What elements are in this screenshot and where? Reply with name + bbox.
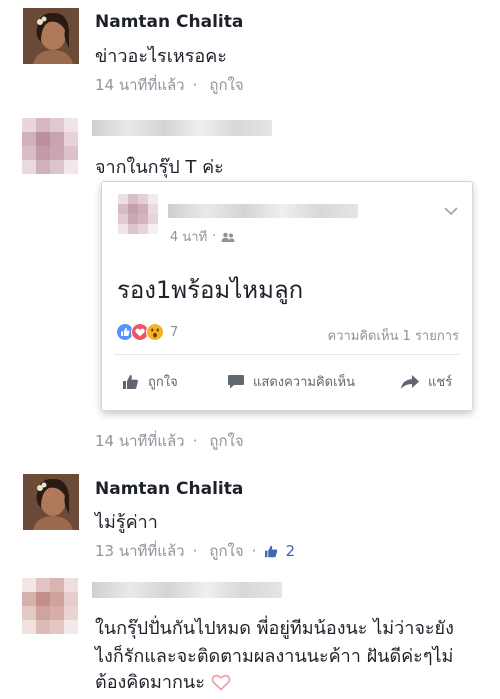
blurred-post-author: [168, 204, 358, 218]
like-action-label: ถูกใจ: [148, 375, 178, 390]
comment-action-label: แสดงความคิดเห็น: [253, 375, 356, 390]
reaction-summary[interactable]: 7: [116, 323, 178, 341]
comment-text-line: ไงก็รักและจะติดตามผลงานนะค้าา ฝันดีค่ะๆไ…: [95, 646, 454, 667]
share-action-label: แชร์: [428, 375, 453, 390]
like-link[interactable]: ถูกใจ: [209, 539, 243, 563]
comment-author[interactable]: Namtan Chalita: [95, 479, 243, 499]
comment-text-line: ต้องคิดมากนะ: [95, 672, 205, 693]
heart-icon: [211, 674, 231, 691]
comment-count[interactable]: ความคิดเห็น 1 รายการ: [328, 325, 460, 346]
blurred-author-name: [92, 582, 282, 598]
separator: ·: [192, 542, 198, 560]
share-action-button[interactable]: แชร์: [400, 371, 452, 392]
comment-time[interactable]: 13 นาทีที่แล้ว: [95, 539, 185, 563]
post-text: รอง1พร้อมไหมลูก: [117, 276, 304, 304]
thumbs-up-icon: [123, 374, 138, 389]
like-action-button[interactable]: ถูกใจ: [122, 371, 178, 392]
comment-time[interactable]: 14 นาทีที่แล้ว: [95, 76, 185, 94]
comment-text: จากในกรุ๊ป T ค่ะ: [95, 157, 224, 178]
shared-post-avatar[interactable]: [118, 194, 158, 234]
comment-text-line-with-emoji: ต้องคิดมากนะ: [95, 667, 231, 696]
profile-photo: [23, 8, 79, 64]
friends-icon: [221, 232, 235, 242]
wow-reaction-icon: [146, 323, 164, 341]
comment-icon: [228, 374, 244, 388]
blurred-author-name: [92, 120, 272, 136]
comment-time[interactable]: 14 นาทีที่แล้ว: [95, 432, 185, 450]
separator: ·: [192, 432, 198, 450]
separator: ·: [212, 229, 217, 244]
avatar[interactable]: [23, 8, 79, 64]
comment-meta: 13 นาทีที่แล้ว · ถูกใจ · 2: [95, 539, 295, 563]
profile-photo: [23, 474, 79, 530]
comment-text: ข่าวอะไรเหรอคะ: [95, 46, 227, 67]
shared-post-card[interactable]: 4 นาที · รอง1พร้อมไหมลูก 7 ความคิดเห็น 1…: [101, 181, 473, 411]
comment-text-line: ในกรุ๊ปปั่นกันไปหมด พี่อยู่ทีมน้องนะ ไม่…: [95, 618, 454, 639]
comment-author[interactable]: Namtan Chalita: [95, 12, 243, 32]
comment-like-count[interactable]: 2: [285, 542, 295, 560]
comment-action-button[interactable]: แสดงความคิดเห็น: [227, 371, 355, 392]
post-meta: 4 นาที ·: [170, 226, 235, 247]
separator: ·: [192, 76, 198, 94]
thumbs-up-icon: [265, 545, 278, 557]
like-link[interactable]: ถูกใจ: [209, 76, 243, 94]
comment-meta: 14 นาทีที่แล้ว · ถูกใจ: [95, 73, 244, 97]
avatar[interactable]: [23, 474, 79, 530]
like-link[interactable]: ถูกใจ: [209, 432, 243, 450]
comment-text: ไม่รู้ค่าา: [95, 512, 158, 533]
separator: ·: [251, 542, 257, 560]
share-arrow-icon: [401, 374, 419, 389]
avatar[interactable]: [22, 578, 78, 634]
reaction-count: 7: [170, 324, 179, 340]
chevron-down-icon[interactable]: [444, 206, 458, 216]
avatar[interactable]: [22, 118, 78, 174]
comment-meta: 14 นาทีที่แล้ว · ถูกใจ: [95, 429, 244, 453]
post-time[interactable]: 4 นาที: [170, 226, 207, 247]
divider: [114, 354, 460, 355]
